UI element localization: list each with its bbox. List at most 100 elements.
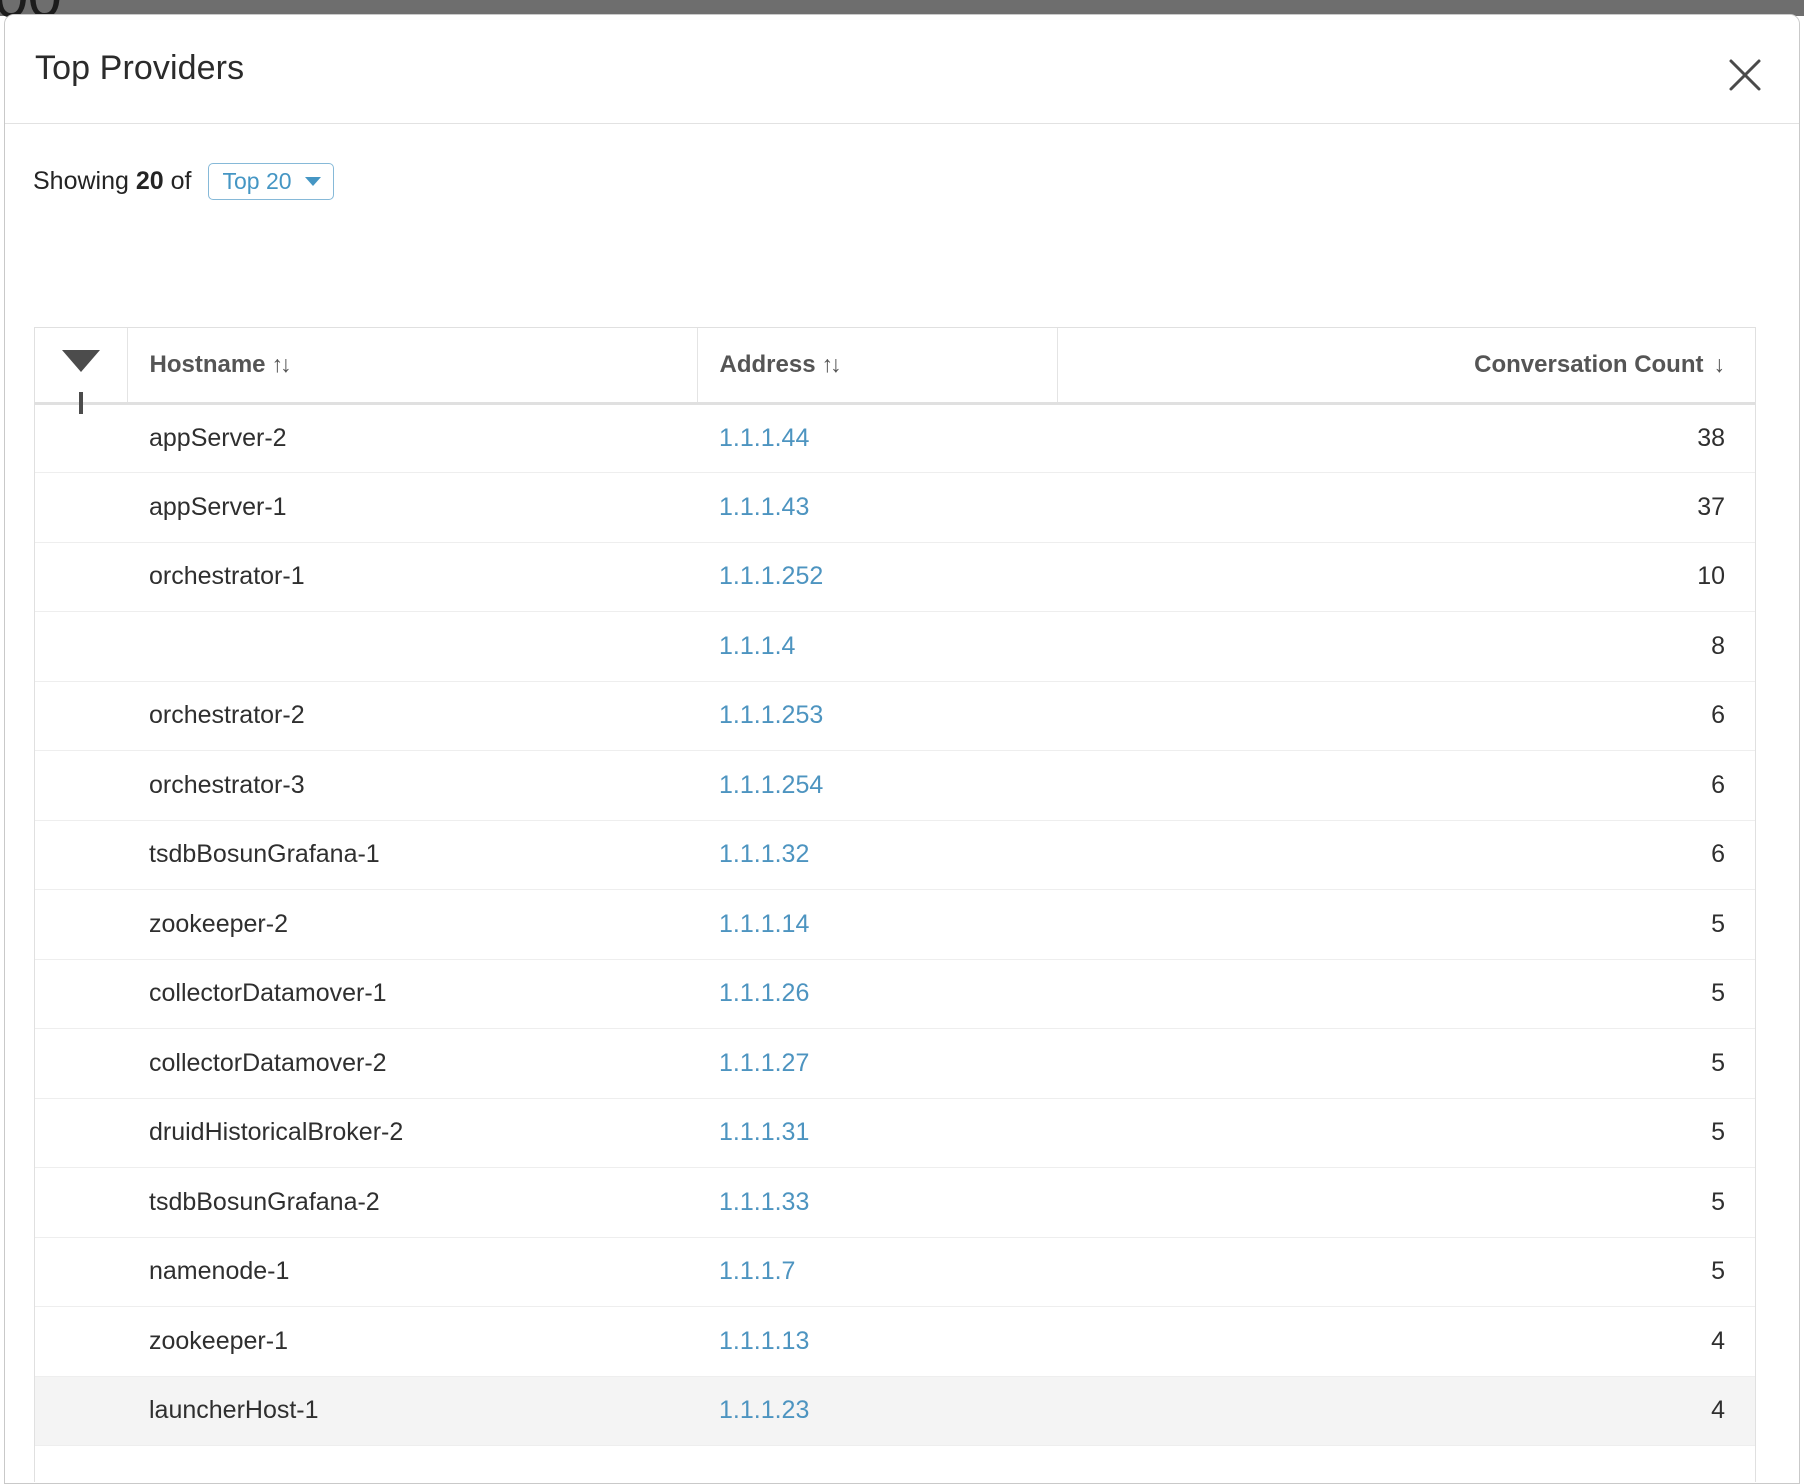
- cell-conversation-count: 5: [1057, 1167, 1755, 1238]
- cell-address: 1.1.1.7: [697, 1237, 1057, 1307]
- address-link[interactable]: 1.1.1.252: [719, 562, 823, 590]
- row-filter-cell: [35, 1167, 127, 1238]
- cell-conversation-count: 10: [1057, 542, 1755, 612]
- cell-conversation-count: 5: [1057, 1028, 1755, 1099]
- cell-conversation-count: 6: [1057, 681, 1755, 751]
- cell-address: 1.1.1.32: [697, 820, 1057, 890]
- table-row[interactable]: appServer-2 1.1.1.44 38: [35, 403, 1755, 473]
- column-header-address-label: Address: [719, 350, 816, 378]
- cell-address: 1.1.1.26: [697, 959, 1057, 1029]
- cell-hostname: zookeeper-2: [127, 889, 697, 960]
- table-row[interactable]: collectorDatamover-1 1.1.1.26 5: [35, 959, 1755, 1029]
- cell-hostname: collectorDatamover-1: [127, 959, 697, 1029]
- table-row[interactable]: druidHistoricalBroker-2 1.1.1.31 5: [35, 1098, 1755, 1168]
- cell-conversation-count: 38: [1057, 403, 1755, 473]
- row-filter-cell: [35, 611, 127, 682]
- cell-conversation-count: 5: [1057, 1098, 1755, 1168]
- cell-address: 1.1.1.43: [697, 472, 1057, 543]
- table-row[interactable]: collectorDatamover-2 1.1.1.27 5: [35, 1028, 1755, 1099]
- column-header-filter[interactable]: [35, 328, 128, 415]
- row-filter-cell: [35, 1237, 127, 1307]
- column-header-address[interactable]: Address ↑↓: [697, 328, 1058, 405]
- row-filter-cell: [35, 959, 127, 1029]
- row-filter-cell: [35, 889, 127, 960]
- address-link[interactable]: 1.1.1.27: [719, 1049, 809, 1077]
- cell-hostname: appServer-2: [127, 403, 697, 473]
- cell-conversation-count: 6: [1057, 820, 1755, 890]
- address-link[interactable]: 1.1.1.4: [719, 632, 795, 660]
- sort-desc-icon-conversation-count[interactable]: ↓: [1714, 351, 1726, 378]
- cell-conversation-count: 4: [1057, 1376, 1755, 1446]
- row-filter-cell: [35, 542, 127, 612]
- table-row[interactable]: orchestrator-1 1.1.1.252 10: [35, 542, 1755, 612]
- row-filter-cell: [35, 1028, 127, 1099]
- cell-hostname: launcherHost-1: [127, 1376, 697, 1446]
- modal-header: Top Providers: [5, 15, 1799, 124]
- cell-address: 1.1.1.254: [697, 750, 1057, 821]
- address-link[interactable]: 1.1.1.44: [719, 424, 809, 452]
- row-filter-cell: [35, 1098, 127, 1168]
- table-row[interactable]: orchestrator-3 1.1.1.254 6: [35, 750, 1755, 821]
- chevron-down-icon: [304, 176, 321, 186]
- funnel-icon[interactable]: [61, 350, 100, 415]
- table-row[interactable]: namenode-1 1.1.1.7 5: [35, 1237, 1755, 1307]
- address-link[interactable]: 1.1.1.26: [719, 979, 809, 1007]
- address-link[interactable]: 1.1.1.253: [719, 701, 823, 729]
- cell-conversation-count: 8: [1057, 611, 1755, 682]
- cell-address: 1.1.1.253: [697, 681, 1057, 751]
- cell-address: 1.1.1.31: [697, 1098, 1057, 1168]
- address-link[interactable]: 1.1.1.7: [719, 1257, 795, 1285]
- cell-address: 1.1.1.13: [697, 1306, 1057, 1377]
- cell-hostname: orchestrator-3: [127, 750, 697, 821]
- cell-conversation-count: 4: [1057, 1306, 1755, 1377]
- cell-hostname: orchestrator-2: [127, 681, 697, 751]
- table-header-row: Hostname ↑↓ Address ↑↓ Conversation Count ↓: [35, 328, 1755, 415]
- address-link[interactable]: 1.1.1.32: [719, 840, 809, 868]
- cell-hostname: namenode-1: [127, 1237, 697, 1307]
- cell-conversation-count: 5: [1057, 1237, 1755, 1307]
- cell-address: 1.1.1.14: [697, 889, 1057, 960]
- address-link[interactable]: 1.1.1.23: [719, 1396, 809, 1424]
- cell-address: 1.1.1.23: [697, 1376, 1057, 1446]
- cell-address: 1.1.1.33: [697, 1167, 1057, 1238]
- cell-hostname: tsdbBosunGrafana-1: [127, 820, 697, 890]
- cell-address: 1.1.1.27: [697, 1028, 1057, 1099]
- cell-address: 1.1.1.4: [697, 611, 1057, 682]
- cell-hostname: tsdbBosunGrafana-2: [127, 1167, 697, 1238]
- cell-hostname: druidHistoricalBroker-2: [127, 1098, 697, 1168]
- table-row[interactable]: 1.1.1.4 8: [35, 611, 1755, 682]
- row-filter-cell: [35, 472, 127, 543]
- table-row[interactable]: launcherHost-1 1.1.1.23 4: [35, 1376, 1755, 1446]
- table-row[interactable]: zookeeper-2 1.1.1.14 5: [35, 889, 1755, 960]
- showing-prefix: Showing: [33, 166, 136, 195]
- address-link[interactable]: 1.1.1.33: [719, 1188, 809, 1216]
- address-link[interactable]: 1.1.1.31: [719, 1118, 809, 1146]
- table-row[interactable]: appServer-1 1.1.1.43 37: [35, 472, 1755, 543]
- cell-hostname: [127, 611, 697, 682]
- top-n-dropdown[interactable]: Top 20: [208, 162, 334, 200]
- address-link[interactable]: 1.1.1.254: [719, 771, 823, 799]
- cell-hostname: collectorDatamover-2: [127, 1028, 697, 1099]
- column-header-hostname[interactable]: Hostname ↑↓: [127, 328, 698, 405]
- top-n-dropdown-value: Top 20: [222, 167, 292, 194]
- column-header-conversation-count[interactable]: Conversation Count ↓: [1057, 328, 1755, 405]
- cell-hostname: zookeeper-1: [127, 1306, 697, 1377]
- address-link[interactable]: 1.1.1.13: [719, 1327, 809, 1355]
- address-link[interactable]: 1.1.1.14: [719, 910, 809, 938]
- sort-toggle-icon-address[interactable]: ↑↓: [822, 351, 842, 378]
- modal-body: Showing 20 of Top 20 Hostname ↑↓ Address…: [5, 124, 1799, 1482]
- top-providers-modal: Top Providers Showing 20 of Top 20 Hostn…: [4, 14, 1800, 1484]
- sort-toggle-icon-hostname[interactable]: ↑↓: [272, 351, 292, 378]
- column-header-conversation-count-label: Conversation Count: [1474, 350, 1704, 378]
- row-filter-cell: [35, 750, 127, 821]
- table-header: Hostname ↑↓ Address ↑↓ Conversation Count ↓: [35, 328, 1755, 415]
- table-row[interactable]: tsdbBosunGrafana-2 1.1.1.33 5: [35, 1167, 1755, 1238]
- table-row[interactable]: orchestrator-2 1.1.1.253 6: [35, 681, 1755, 751]
- table-row[interactable]: tsdbBosunGrafana-1 1.1.1.32 6: [35, 820, 1755, 890]
- cell-conversation-count: 37: [1057, 472, 1755, 543]
- column-header-hostname-label: Hostname: [149, 350, 266, 378]
- table-row[interactable]: zookeeper-1 1.1.1.13 4: [35, 1306, 1755, 1377]
- address-link[interactable]: 1.1.1.43: [719, 493, 809, 521]
- close-icon[interactable]: [1723, 53, 1767, 97]
- cell-conversation-count: 6: [1057, 750, 1755, 821]
